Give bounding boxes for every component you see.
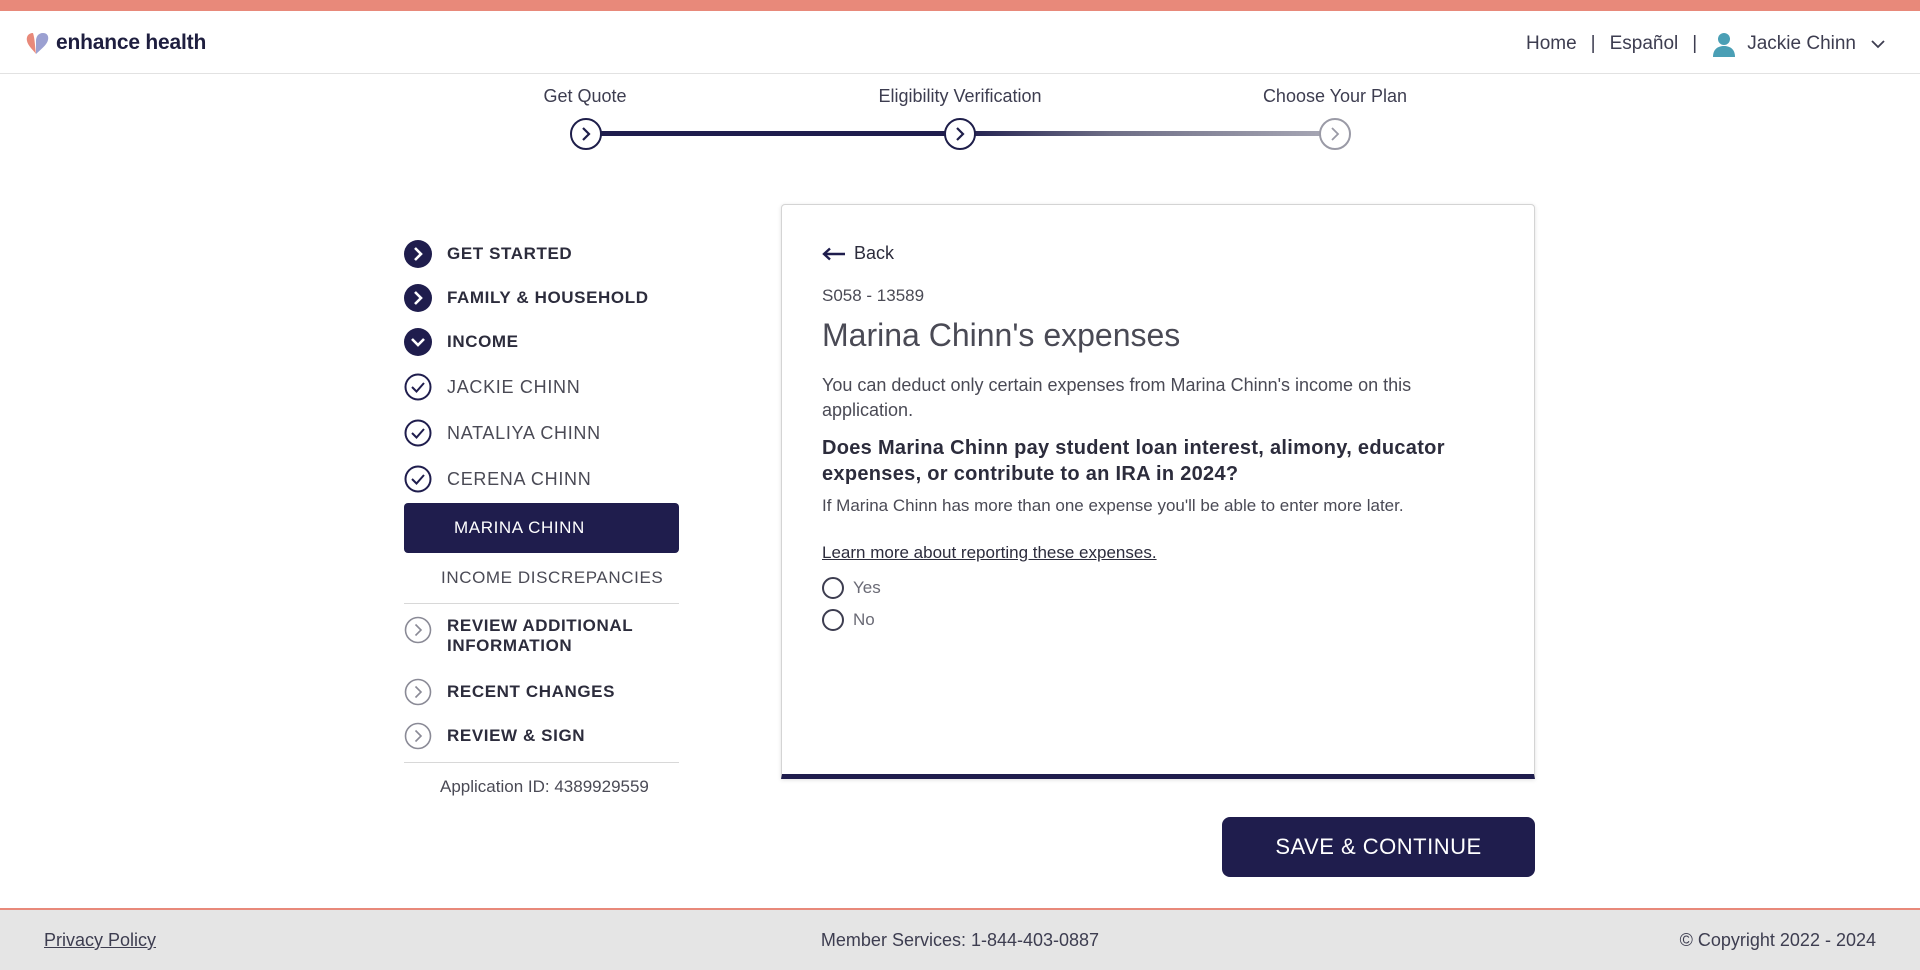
sidebar-item-label: CERENA CHINN (447, 468, 592, 489)
sidebar-divider (404, 762, 679, 763)
sidebar-item-label: REVIEW ADDITIONAL INFORMATION (447, 616, 633, 655)
site-footer: Member Services: 1-844-403-0887 Privacy … (0, 908, 1920, 970)
chevron-down-filled-icon (404, 328, 432, 356)
page-description: You can deduct only certain expenses fro… (822, 375, 1412, 420)
user-name: Jackie Chinn (1747, 33, 1856, 54)
sidebar-item-nataliya-chinn[interactable]: NATALIYA CHINN (404, 410, 690, 456)
user-icon (1713, 33, 1736, 57)
check-circle-icon (404, 419, 432, 447)
learn-more-link[interactable]: Learn more about reporting these expense… (822, 543, 1157, 563)
chevron-down-icon (1871, 40, 1885, 49)
nav-separator: | (1692, 33, 1698, 54)
top-nav: Home | Español | Jackie Chinn (1526, 31, 1886, 57)
chevron-right-icon (582, 127, 591, 141)
sidebar-item-label: NATALIYA CHINN (447, 422, 601, 443)
site-header: enhance health Home | Español | Jackie C… (0, 11, 1920, 74)
sidebar-item-label: JACKIE CHINN (447, 376, 581, 397)
step-label-choose-plan: Choose Your Plan (1262, 86, 1408, 106)
step-circle-eligibility[interactable] (944, 118, 976, 150)
sidebar-item-review-sign[interactable]: REVIEW & SIGN (404, 714, 690, 758)
sidebar-item-label: GET STARTED (447, 244, 573, 263)
back-link[interactable]: Back (822, 243, 894, 264)
sidebar-item-label: REVIEW & SIGN (447, 726, 586, 745)
nav-language-link[interactable]: Español (1610, 33, 1679, 55)
member-services: Member Services: 1-844-403-0887 (820, 930, 1100, 950)
expenses-form-card: Back S058 - 13589 Marina Chinn's expense… (781, 204, 1535, 779)
user-menu[interactable]: Jackie Chinn (1711, 31, 1886, 57)
radio-option-no[interactable]: No (822, 609, 875, 631)
radio-yes[interactable] (822, 577, 844, 599)
step-label-eligibility: Eligibility Verification (878, 86, 1042, 106)
privacy-policy-link[interactable]: Privacy Policy (44, 930, 156, 951)
chevron-right-filled-icon (404, 284, 432, 312)
application-sidebar: GET STARTED FAMILY & HOUSEHOLD INCOME JA… (404, 232, 690, 797)
sidebar-item-income-discrepancies[interactable]: INCOME DISCREPANCIES (404, 553, 690, 603)
arrow-left-icon (822, 247, 845, 260)
heart-logo-icon (26, 33, 49, 54)
step-circle-choose-plan (1319, 118, 1351, 150)
check-circle-icon (404, 465, 432, 493)
sidebar-item-review-additional-info[interactable]: REVIEW ADDITIONAL INFORMATION (404, 604, 690, 670)
back-label: Back (854, 243, 895, 263)
logo[interactable]: enhance health (24, 29, 206, 57)
chevron-right-outline-icon (404, 678, 432, 706)
sidebar-item-label: INCOME (447, 332, 519, 351)
top-accent-bar (0, 0, 1920, 11)
page-title: Marina Chinn's expenses (822, 317, 1181, 353)
chevron-right-outline-icon (404, 616, 432, 644)
save-continue-button[interactable]: SAVE & CONTINUE (1222, 817, 1535, 877)
stepper-line-upcoming (960, 131, 1336, 136)
question-hint: If Marina Chinn has more than one expens… (822, 496, 1404, 515)
sidebar-item-cerena-chinn[interactable]: CERENA CHINN (404, 456, 690, 502)
radio-no-label: No (853, 610, 875, 629)
logo-text: enhance health (56, 31, 207, 54)
expenses-question: Does Marina Chinn pay student loan inter… (822, 437, 1445, 485)
radio-yes-label: Yes (853, 578, 881, 597)
nav-home-link[interactable]: Home (1526, 33, 1577, 55)
sidebar-item-label: FAMILY & HOUSEHOLD (447, 288, 649, 307)
chevron-right-outline-icon (404, 722, 432, 750)
stepper-line-complete (586, 131, 960, 136)
check-circle-icon (404, 373, 432, 401)
sidebar-item-get-started[interactable]: GET STARTED (404, 232, 690, 276)
sidebar-item-income[interactable]: INCOME (404, 320, 690, 364)
application-id: Application ID: 4389929559 (440, 777, 649, 796)
radio-no[interactable] (822, 609, 844, 631)
radio-option-yes[interactable]: Yes (822, 577, 881, 599)
sidebar-item-family-household[interactable]: FAMILY & HOUSEHOLD (404, 276, 690, 320)
sidebar-item-jackie-chinn[interactable]: JACKIE CHINN (404, 364, 690, 410)
chevron-right-filled-icon (404, 240, 432, 268)
sidebar-item-label: RECENT CHANGES (447, 682, 616, 701)
chevron-right-icon (1331, 127, 1340, 141)
sidebar-item-recent-changes[interactable]: RECENT CHANGES (404, 670, 690, 714)
sidebar-item-marina-chinn-active[interactable]: MARINA CHINN (404, 503, 679, 553)
progress-stepper: Get Quote Eligibility Verification Choos… (0, 74, 1920, 164)
screen-code: S058 - 13589 (822, 286, 925, 305)
chevron-right-icon (956, 127, 965, 141)
step-label-get-quote: Get Quote (543, 86, 627, 106)
step-circle-get-quote[interactable] (570, 118, 602, 150)
nav-separator: | (1590, 33, 1596, 54)
copyright: © Copyright 2022 - 2024 (1679, 930, 1876, 950)
